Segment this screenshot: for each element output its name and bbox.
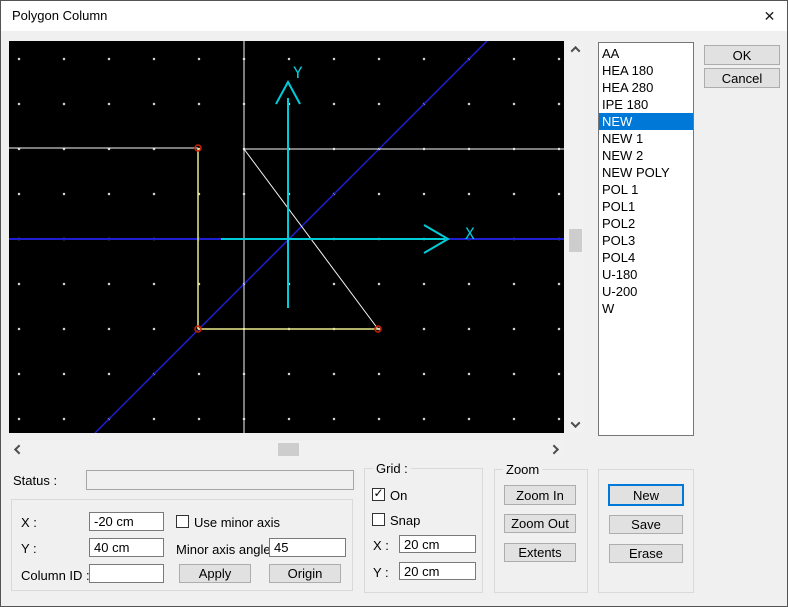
list-item[interactable]: POL2 [599,215,693,232]
close-icon[interactable]: ✕ [751,1,788,31]
minor-axis-line-blue-45deg [95,41,487,433]
list-item[interactable]: AA [599,45,693,62]
list-item[interactable]: HEA 280 [599,79,693,96]
minor-axis-angle-label: Minor axis angle : [176,542,278,557]
list-item[interactable]: IPE 180 [599,96,693,113]
chevron-up-icon [571,46,581,56]
apply-button[interactable]: Apply [179,564,251,583]
polygon-column-dialog: Polygon Column ✕ YX AAHEA 180HEA 280IPE … [0,0,788,607]
list-item[interactable]: NEW [599,113,693,130]
grid-group-title: Grid : [373,461,411,476]
x-label: X : [21,515,37,530]
scroll-down-button[interactable] [567,416,584,433]
dialog-title: Polygon Column [12,1,107,31]
grid-x-label: X : [373,538,389,553]
scroll-left-button[interactable] [9,441,26,458]
chevron-right-icon [549,445,559,455]
list-item[interactable]: U-200 [599,283,693,300]
list-item[interactable]: W [599,300,693,317]
checkmark-icon: ✓ [373,488,383,499]
column-id-label: Column ID : [21,568,90,583]
ok-button[interactable]: OK [704,45,780,65]
grid-x-input[interactable]: 20 cm [399,535,476,553]
grid-on-checkbox[interactable]: ✓ [372,488,385,501]
horizontal-scrollbar-thumb[interactable] [278,443,299,456]
zoom-out-button[interactable]: Zoom Out [504,514,576,533]
list-item[interactable]: POL 1 [599,181,693,198]
y-axis-label: Y [293,63,303,82]
list-item[interactable]: POL3 [599,232,693,249]
list-item[interactable]: U-180 [599,266,693,283]
vertical-scrollbar[interactable] [567,41,584,433]
zoom-group-title: Zoom [503,462,542,477]
origin-button[interactable]: Origin [269,564,341,583]
list-item[interactable]: NEW 2 [599,147,693,164]
grid-snap-checkbox[interactable]: ✓ [372,513,385,526]
use-minor-axis-label: Use minor axis [194,515,280,530]
horizontal-scrollbar[interactable] [9,441,564,458]
vertical-scrollbar-thumb[interactable] [569,229,582,252]
status-label: Status : [13,473,57,488]
y-input[interactable]: 40 cm [89,538,164,557]
grid-y-input[interactable]: 20 cm [399,562,476,580]
new-button[interactable]: New [608,484,684,506]
cancel-button[interactable]: Cancel [704,68,780,88]
save-button[interactable]: Save [609,515,683,534]
scroll-up-button[interactable] [567,41,584,58]
list-item[interactable]: HEA 180 [599,62,693,79]
chevron-down-icon [571,418,581,428]
chevron-left-icon [14,445,24,455]
drawing-canvas[interactable]: YX [9,41,564,433]
grid-y-label: Y : [373,565,389,580]
x-input[interactable]: -20 cm [89,512,164,531]
use-minor-axis-checkbox[interactable]: ✓ [176,515,189,528]
list-item[interactable]: POL4 [599,249,693,266]
canvas-drawing-layer: YX [9,41,564,433]
column-id-input[interactable] [89,564,164,583]
list-item[interactable]: NEW POLY [599,164,693,181]
grid-snap-label: Snap [390,513,420,528]
zoom-extents-button[interactable]: Extents [504,543,576,562]
y-label: Y : [21,541,37,556]
profiles-listbox[interactable]: AAHEA 180HEA 280IPE 180NEWNEW 1NEW 2NEW … [598,42,694,436]
erase-button[interactable]: Erase [609,544,683,563]
title-bar: Polygon Column ✕ [1,1,787,31]
status-field [86,470,354,490]
list-item[interactable]: POL1 [599,198,693,215]
list-item[interactable]: NEW 1 [599,130,693,147]
scroll-right-button[interactable] [547,441,564,458]
minor-axis-angle-input[interactable]: 45 [269,538,346,557]
zoom-in-button[interactable]: Zoom In [504,485,576,505]
x-axis-label: X [465,224,475,243]
grid-on-label: On [390,488,407,503]
